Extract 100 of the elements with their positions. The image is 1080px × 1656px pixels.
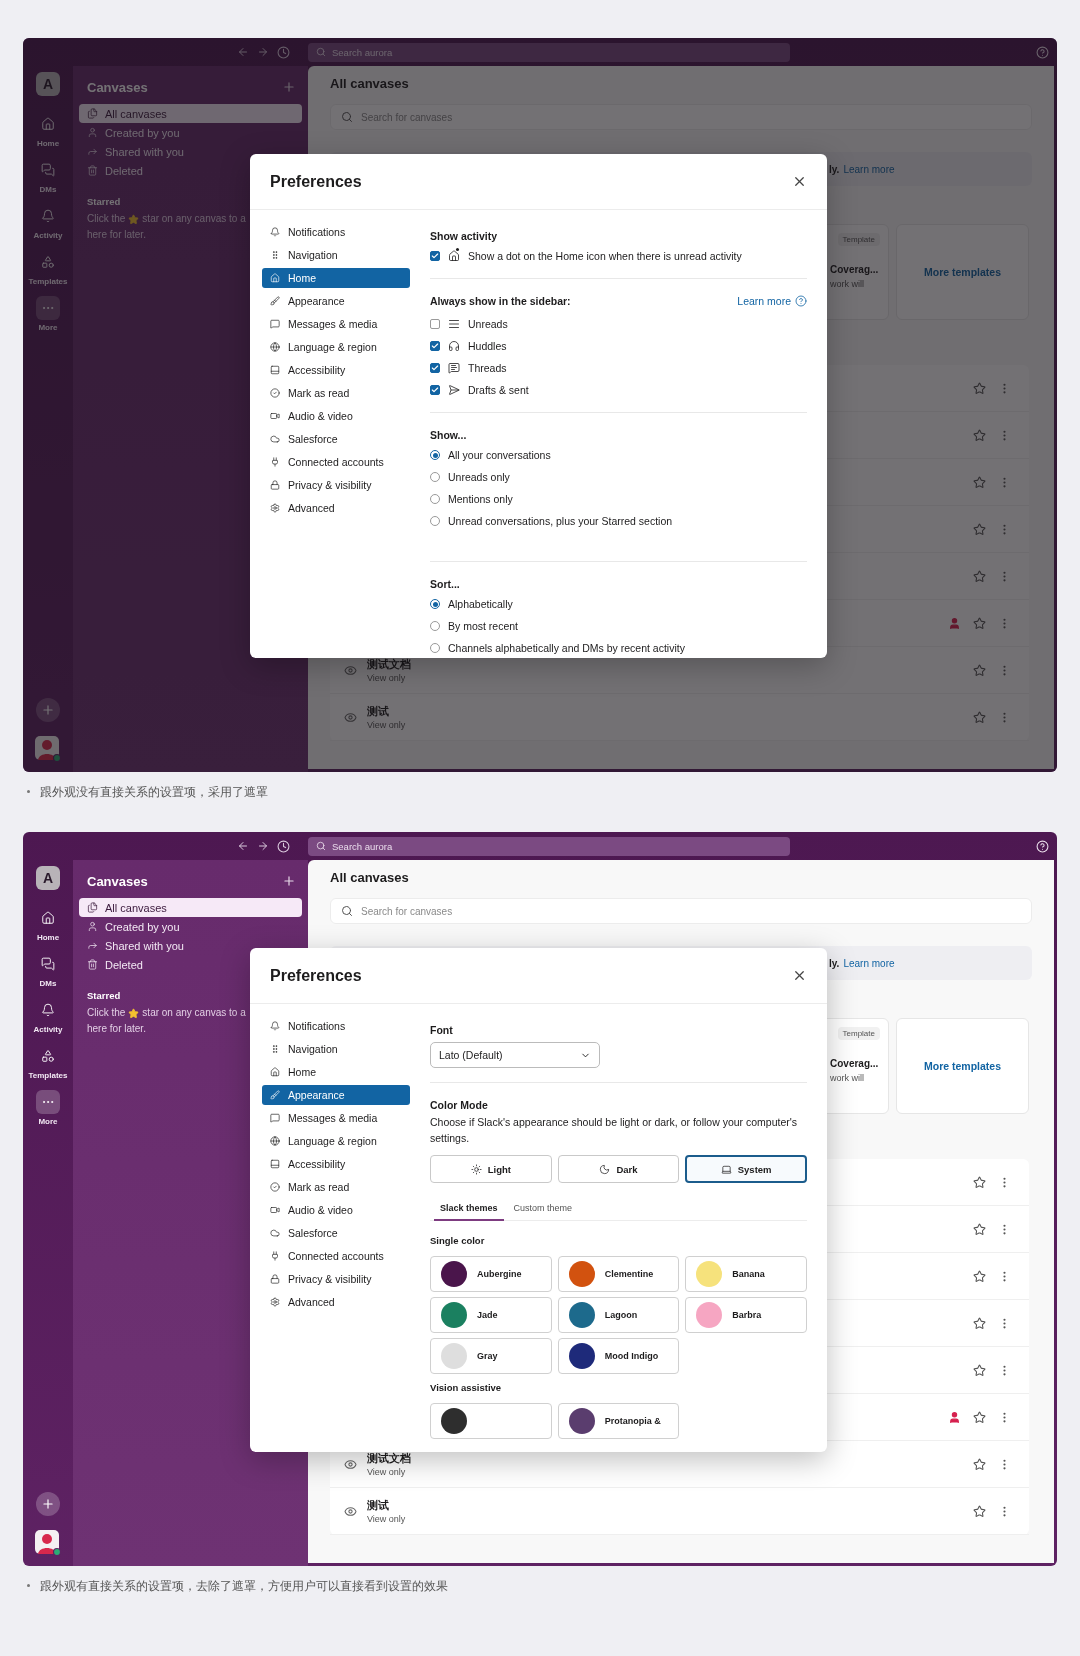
star-icon[interactable]	[973, 1363, 986, 1377]
star-icon[interactable]	[973, 569, 986, 583]
preferences-nav-item[interactable]: Mark as read	[262, 1177, 410, 1197]
star-icon[interactable]	[973, 663, 986, 677]
theme-swatch[interactable]: Lagoon	[557, 1297, 680, 1333]
page-title: All canvases	[330, 869, 410, 887]
radio-button[interactable]	[430, 472, 440, 482]
option-label: Unread conversations, plus your Starred section	[448, 515, 673, 527]
learn-more-link[interactable]: Learn more	[843, 957, 895, 969]
preferences-nav-item[interactable]: Messages & media	[262, 314, 410, 334]
sidebar-item[interactable]: Created by you	[79, 917, 302, 936]
workspace-button[interactable]: A	[36, 866, 60, 890]
rail-button[interactable]	[36, 1090, 60, 1114]
radio-button[interactable]	[430, 494, 440, 504]
star-icon[interactable]	[973, 1222, 986, 1236]
theme-swatch[interactable]: Barbra	[685, 1297, 807, 1333]
add-icon[interactable]	[282, 80, 296, 94]
preferences-nav-item[interactable]: Connected accounts	[262, 1246, 410, 1266]
preferences-nav-item[interactable]: Language & region	[262, 337, 410, 357]
star-icon[interactable]	[973, 475, 986, 489]
star-icon[interactable]	[973, 616, 986, 630]
history-icon[interactable]	[277, 839, 290, 853]
star-icon[interactable]	[973, 1457, 986, 1471]
sidebar-item[interactable]: All canvases	[79, 898, 302, 917]
font-select[interactable]: Lato (Default)	[430, 1042, 600, 1068]
radio-button[interactable]	[430, 450, 440, 460]
close-icon[interactable]	[792, 968, 807, 983]
back-icon[interactable]	[237, 840, 249, 852]
preferences-nav-item[interactable]: Advanced	[262, 1292, 410, 1312]
page-title: All canvases	[330, 75, 410, 93]
theme-swatch[interactable]	[430, 1403, 552, 1439]
theme-swatch[interactable]: Protanopia &	[557, 1403, 680, 1439]
preferences-nav-item[interactable]: Privacy & visibility	[262, 475, 410, 495]
help-icon[interactable]	[1036, 839, 1049, 853]
preferences-nav-item[interactable]: Mark as read	[262, 383, 410, 403]
mode-button[interactable]: Dark	[557, 1155, 680, 1183]
forward-icon[interactable]	[257, 46, 269, 58]
star-icon	[128, 1007, 140, 1019]
section-heading: Show...	[430, 429, 468, 441]
preferences-nav-item[interactable]: Appearance	[262, 291, 410, 311]
preferences-nav-item[interactable]: Audio & video	[262, 1200, 410, 1220]
add-button[interactable]	[36, 1492, 60, 1516]
preferences-nav-item[interactable]: Navigation	[262, 1039, 410, 1059]
star-icon[interactable]	[973, 381, 986, 395]
theme-tab[interactable]: Slack themes	[434, 1198, 504, 1221]
preferences-nav-item[interactable]: Privacy & visibility	[262, 1269, 410, 1289]
search-field[interactable]: Search for canvases	[330, 898, 1032, 924]
section-heading: Sort...	[430, 578, 461, 590]
radio-button[interactable]	[430, 599, 440, 609]
preferences-nav-item[interactable]: Language & region	[262, 1131, 410, 1151]
star-icon[interactable]	[973, 710, 986, 724]
learn-more-link[interactable]: Learn more	[737, 295, 791, 307]
star-icon[interactable]	[973, 522, 986, 536]
radio-button[interactable]	[430, 621, 440, 631]
checkbox[interactable]	[430, 251, 440, 261]
preferences-nav-item[interactable]: Navigation	[262, 245, 410, 265]
star-icon[interactable]	[973, 428, 986, 442]
checkbox[interactable]	[430, 319, 440, 329]
theme-swatch[interactable]: Jade	[430, 1297, 552, 1333]
theme-swatch[interactable]: Mood Indigo	[557, 1338, 680, 1374]
search-field[interactable]: Search aurora	[308, 836, 790, 856]
close-icon[interactable]	[792, 174, 807, 189]
preferences-nav-item[interactable]: Accessibility	[262, 1154, 410, 1174]
preferences-nav-item[interactable]: Notifications	[262, 1016, 410, 1036]
star-icon[interactable]	[973, 1175, 986, 1189]
mode-button[interactable]: Light	[430, 1155, 552, 1183]
sidebar-item[interactable]: Shared with you	[79, 936, 302, 955]
preferences-nav-item[interactable]: Home	[262, 1062, 410, 1082]
checkbox[interactable]	[430, 363, 440, 373]
theme-tab[interactable]: Custom theme	[507, 1198, 579, 1221]
theme-swatch[interactable]: Aubergine	[430, 1256, 552, 1292]
add-icon[interactable]	[282, 874, 296, 888]
preferences-nav-item[interactable]: Salesforce	[262, 1223, 410, 1243]
preferences-nav-item[interactable]: Accessibility	[262, 360, 410, 380]
radio-button[interactable]	[430, 516, 440, 526]
checkbox[interactable]	[430, 341, 440, 351]
canvas-row[interactable]: 测试 View only	[330, 1488, 1029, 1535]
star-icon[interactable]	[973, 1316, 986, 1330]
preferences-nav-item[interactable]: Appearance	[262, 1085, 410, 1105]
radio-button[interactable]	[430, 643, 440, 653]
preferences-nav-item[interactable]: Home	[262, 268, 410, 288]
bullet-icon	[27, 1584, 30, 1587]
preferences-nav-item[interactable]: Advanced	[262, 498, 410, 518]
star-icon[interactable]	[973, 1504, 986, 1518]
more-templates-card[interactable]: More templates	[896, 1018, 1029, 1114]
preferences-nav-item[interactable]: Messages & media	[262, 1108, 410, 1128]
checkbox[interactable]	[430, 385, 440, 395]
star-icon[interactable]	[973, 1269, 986, 1283]
forward-icon[interactable]	[257, 840, 269, 852]
preferences-nav-item[interactable]: Notifications	[262, 222, 410, 242]
bell-icon	[41, 209, 55, 223]
theme-swatch[interactable]: Clementine	[557, 1256, 680, 1292]
preferences-nav-item[interactable]: Audio & video	[262, 406, 410, 426]
theme-swatch[interactable]: Gray	[430, 1338, 552, 1374]
preferences-nav-item[interactable]: Connected accounts	[262, 452, 410, 472]
star-icon[interactable]	[973, 1410, 986, 1424]
theme-swatch[interactable]: Banana	[685, 1256, 807, 1292]
preferences-nav-item[interactable]: Salesforce	[262, 429, 410, 449]
mode-button[interactable]: System	[685, 1155, 807, 1183]
chat-icon	[41, 163, 55, 177]
